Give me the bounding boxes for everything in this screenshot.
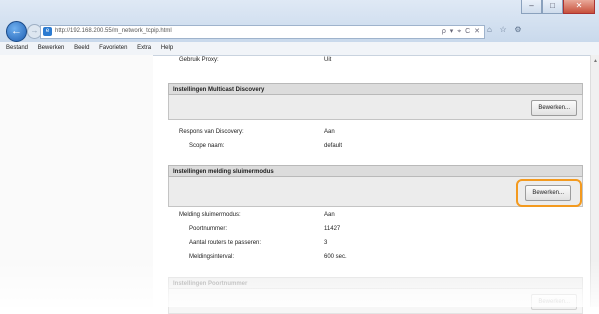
multicast-section-title: Instellingen Multicast Discovery xyxy=(168,83,583,95)
settings-content: Gebruik Proxy: Uit Instellingen Multicas… xyxy=(153,55,590,314)
port-section-title: Instellingen Poortnummer xyxy=(168,277,583,289)
sleep-notification-value: Aan xyxy=(324,212,335,218)
port-number-value: 11427 xyxy=(324,226,341,232)
menu-bar: Bestand Bewerken Beeld Favorieten Extra … xyxy=(0,42,599,56)
menu-bestand[interactable]: Bestand xyxy=(6,42,28,55)
routers-value: 3 xyxy=(324,240,328,246)
window-controls: – □ ✕ xyxy=(521,0,595,14)
sleep-section-title: Instellingen melding sluimermodus xyxy=(168,165,583,177)
multicast-edit-button[interactable]: Bewerken... xyxy=(531,100,577,116)
site-icon: e xyxy=(43,27,52,36)
routers-label: Aantal routers te passeren: xyxy=(189,240,262,246)
port-edit-button[interactable]: Bewerken... xyxy=(531,294,577,310)
left-navigation-pane xyxy=(0,55,153,307)
port-section-bar: Bewerken... xyxy=(168,289,583,314)
scope-name-label: Scope naam: xyxy=(189,143,225,149)
scroll-up-arrow-icon[interactable]: ▲ xyxy=(593,58,598,64)
menu-beeld[interactable]: Beeld xyxy=(74,42,89,55)
close-window-button[interactable]: ✕ xyxy=(563,0,595,14)
interval-label: Meldingsinterval: xyxy=(189,254,235,260)
sleep-notification-label: Melding sluimermodus: xyxy=(179,212,241,218)
toolbar-icons: ⌂ ☆ ⚙ xyxy=(487,25,597,37)
settings-gear-icon[interactable]: ⚙ xyxy=(514,25,521,34)
address-bar[interactable]: e http://192.168.200.55/m_network_tcpip.… xyxy=(40,25,485,39)
proxy-label: Gebruik Proxy: xyxy=(179,57,219,63)
port-number-label: Poortnummer: xyxy=(189,226,228,232)
menu-extra[interactable]: Extra xyxy=(137,42,151,55)
back-arrow-icon[interactable]: ← xyxy=(6,21,27,42)
browser-titlebar: – □ ✕ ← → e http://192.168.200.55/m_netw… xyxy=(0,0,599,42)
edit-button-highlight xyxy=(516,179,582,207)
scope-name-value: default xyxy=(324,143,343,149)
menu-help[interactable]: Help xyxy=(161,42,173,55)
discovery-response-label: Respons van Discovery: xyxy=(179,129,244,135)
proxy-value: Uit xyxy=(324,57,332,63)
discovery-response-value: Aan xyxy=(324,129,335,135)
menu-favorieten[interactable]: Favorieten xyxy=(99,42,127,55)
multicast-section-bar: Bewerken... xyxy=(168,95,583,120)
home-icon[interactable]: ⌂ xyxy=(487,25,492,34)
address-tools-icons[interactable]: ρ ▾ ⌖ C ✕ xyxy=(442,27,481,36)
minimize-button[interactable]: – xyxy=(521,0,542,14)
address-url[interactable]: http://192.168.200.55/m_network_tcpip.ht… xyxy=(55,28,172,34)
menu-bewerken[interactable]: Bewerken xyxy=(38,42,65,55)
interval-value: 600 sec. xyxy=(324,254,347,260)
vertical-scrollbar[interactable] xyxy=(590,55,599,307)
maximize-button[interactable]: □ xyxy=(542,0,563,14)
favorites-star-icon[interactable]: ☆ xyxy=(500,25,507,34)
